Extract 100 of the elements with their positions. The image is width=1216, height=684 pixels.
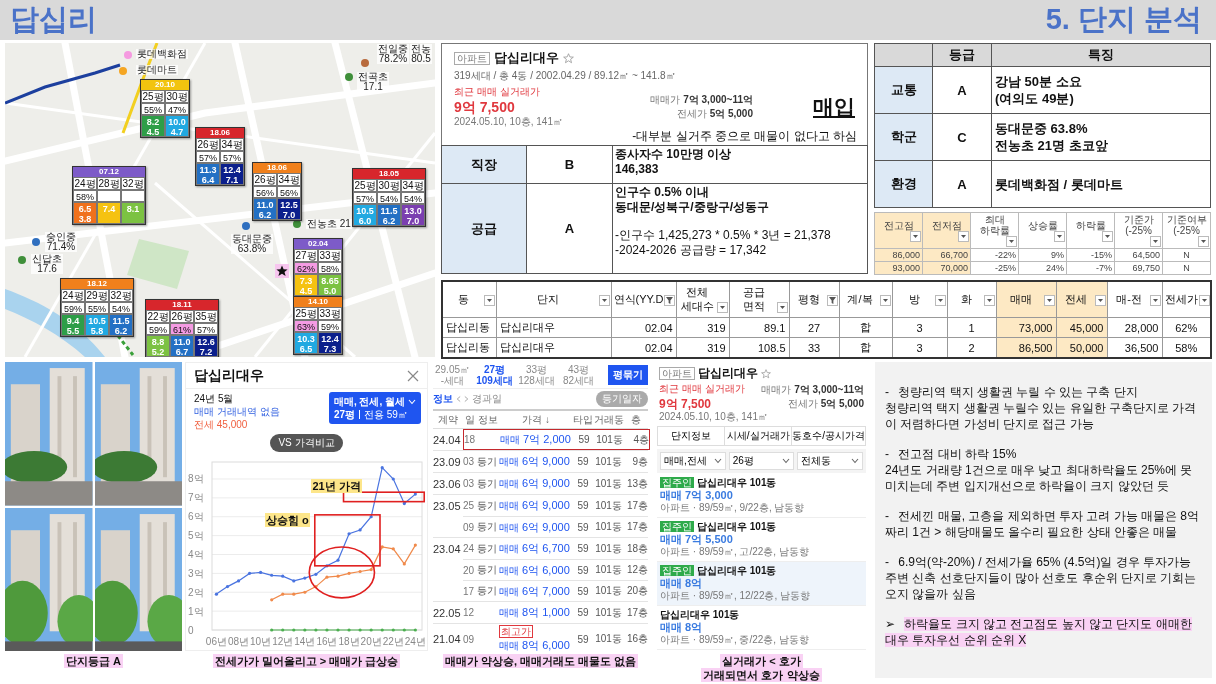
place-label: 숭인중 71.4% xyxy=(45,232,77,252)
price-compare-button[interactable]: VS 가격비교 xyxy=(270,434,343,452)
favorite-star-icon[interactable] xyxy=(563,52,574,64)
filter-dropdown-button[interactable] xyxy=(958,230,969,242)
caret-down-icon xyxy=(1105,234,1110,238)
filter-dropdown-button[interactable] xyxy=(716,302,728,313)
sale-status: 매매 거래내역 없음 xyxy=(194,405,280,418)
listing-title: 답십리대우 101동 xyxy=(697,564,777,577)
filter-select[interactable]: 26평 xyxy=(728,452,795,470)
listing-item[interactable]: 답십리대우 101동 매매 8억 아파트 · 89/59㎡, 중/22층, 남동향 xyxy=(657,606,866,650)
building-number: 101동 xyxy=(594,605,623,620)
building-number: 101동 xyxy=(594,584,623,598)
built-date: 18.12 xyxy=(61,279,133,289)
filter-dropdown-button[interactable] xyxy=(1198,295,1210,306)
filter-dropdown-button[interactable] xyxy=(1094,295,1106,306)
floor-number: 12층 xyxy=(625,563,648,577)
filter-dropdown-button[interactable] xyxy=(1149,295,1161,306)
jeonse-ratio: 58% xyxy=(318,262,342,274)
grade-cell: C xyxy=(932,113,992,161)
note-text: ➢ 하락율도 크지 않고 전고점도 높지 않고 단지도 애매한 대우 투자우선 순위 순위 X xyxy=(885,616,1193,648)
contract-day: 03 xyxy=(463,478,477,489)
axis-tick-label: 12년 xyxy=(272,636,294,647)
listing-item[interactable]: 집주인 답십리대우 101동 매매 7억 3,000 아파트 · 89/59㎡, 9/22층, 남동향 xyxy=(657,474,866,518)
size-tab[interactable]: 43평 82세대 xyxy=(559,364,598,386)
price-range: 전세가 5억 5,000 xyxy=(676,107,753,121)
row-header: 교통 xyxy=(874,66,933,114)
place-label: 롯데마트 xyxy=(136,65,178,75)
unit-size: 25평 xyxy=(141,90,165,103)
filter-dropdown-button[interactable] xyxy=(1043,295,1055,306)
filter-dropdown-button[interactable] xyxy=(598,295,610,306)
unit-size: 22평 xyxy=(146,310,170,323)
built-date: 18.05 xyxy=(353,169,425,179)
list-tab[interactable]: 정보 xyxy=(433,392,453,406)
filter-dropdown-button[interactable] xyxy=(1150,236,1161,247)
contract-day: 17 xyxy=(463,585,477,597)
verdict-label: 매입 xyxy=(813,94,855,120)
close-icon[interactable] xyxy=(407,370,419,382)
filter-dropdown-button[interactable] xyxy=(483,295,495,306)
column-header: 화 xyxy=(959,292,973,306)
caption: 매매가 약상승, 매매거래도 매물도 없음 xyxy=(442,654,639,668)
size-tab[interactable]: 29.05㎡ -세대 xyxy=(433,364,472,386)
axis-tick-label: 6억 xyxy=(188,511,204,523)
filter-select[interactable]: 매매,전세 xyxy=(660,452,726,470)
jeonse-ratio: 57% xyxy=(194,323,218,335)
filter-dropdown-button[interactable] xyxy=(1054,230,1065,242)
filter-dropdown-button[interactable] xyxy=(776,302,788,313)
favorite-star-icon[interactable] xyxy=(761,368,771,379)
listing-detail: 아파트 · 89/59㎡, 9/22층, 남동향 xyxy=(660,502,806,514)
contract-day: 09 xyxy=(463,521,477,533)
period-label: 24년 5월 xyxy=(194,392,235,405)
contract-month: 21.04 xyxy=(433,632,462,647)
unit-type: 59 xyxy=(577,434,591,445)
data-point xyxy=(225,585,230,589)
axis-tick-label: 20년 xyxy=(360,636,382,647)
unit-type: 59 xyxy=(576,585,590,597)
price-cell: 12.6 7.2 xyxy=(194,335,218,357)
jeonse-ratio: 63% xyxy=(294,320,318,332)
caret-down-icon xyxy=(719,306,725,309)
caption: 실거래가 < 호가 xyxy=(720,654,803,668)
floor-number: 16층 xyxy=(625,632,648,646)
filter-dropdown-button[interactable] xyxy=(1006,236,1017,247)
data-point xyxy=(281,592,285,596)
size-tab[interactable]: 27평 109세대 xyxy=(475,364,514,386)
column-header: 전고점 xyxy=(883,219,914,231)
section-title: 5. 단지 분석 xyxy=(1045,2,1202,37)
owner-badge: 집주인 xyxy=(660,521,694,532)
filter-dropdown-button[interactable] xyxy=(1198,236,1209,247)
axis-tick-label: 14년 xyxy=(294,636,316,647)
note-text: - 전세낀 매물, 고층을 제외하면 투자 고려 가능 매물은 8억짜리 1건 > 해당매물도 올수리 필요한 상태 안좋은 매물 xyxy=(885,508,1201,540)
deal-type-filter-button[interactable]: 매매, 전세, 월세 27평 전용 59㎡ xyxy=(328,392,421,424)
data-point xyxy=(270,628,274,632)
filter-dropdown-button[interactable] xyxy=(1102,230,1113,242)
trade-price: 매매 8억 6,000 xyxy=(499,638,570,651)
axis-tick-label: 7억 xyxy=(188,492,204,504)
listing-item[interactable]: 집주인 답십리대우 101동 매매 8억 아파트 · 89/59㎡, 12/22층, 남동향 xyxy=(657,562,866,606)
column-header: 최대 하락률 xyxy=(979,214,1010,236)
filter-dropdown-button[interactable] xyxy=(983,295,995,306)
table-cell: -7% xyxy=(1066,261,1115,275)
data-point xyxy=(270,598,274,602)
column-header: 전세가 xyxy=(1164,292,1198,306)
filter-select[interactable]: 전체동 xyxy=(797,452,863,470)
list-tab[interactable]: 경과일 xyxy=(472,392,502,406)
note-text: 청량리역 택지 생활권 누릴수 있는 유일한 구축단지로 가격이 저렴하다면 가성비 단지로 접근 가능 xyxy=(885,400,1198,432)
size-toggle-button[interactable]: 평묶기 xyxy=(608,365,648,385)
recent-price-label: 최근 매매 실거래가 xyxy=(454,86,541,98)
unit-size: 25평 xyxy=(353,179,377,192)
filter-dropdown-button[interactable] xyxy=(934,295,946,306)
recent-price: 9억 7,500 xyxy=(454,98,516,116)
filter-dropdown-button[interactable] xyxy=(826,295,838,306)
filter-dropdown-button[interactable] xyxy=(910,230,921,242)
unit-size: 33평 xyxy=(318,249,342,262)
filter-dropdown-button[interactable] xyxy=(664,295,676,306)
contract-month: 24.04 xyxy=(433,432,462,448)
size-tab[interactable]: 33평 128세대 xyxy=(517,364,556,386)
contract-month: 23.06 xyxy=(433,476,462,492)
contract-month: 22.05 xyxy=(433,605,462,621)
table-cell: 02.04 xyxy=(611,317,676,338)
info-tab[interactable]: 시세/실거래가 xyxy=(725,427,793,445)
data-point xyxy=(325,628,329,632)
filter-dropdown-button[interactable] xyxy=(879,295,891,306)
